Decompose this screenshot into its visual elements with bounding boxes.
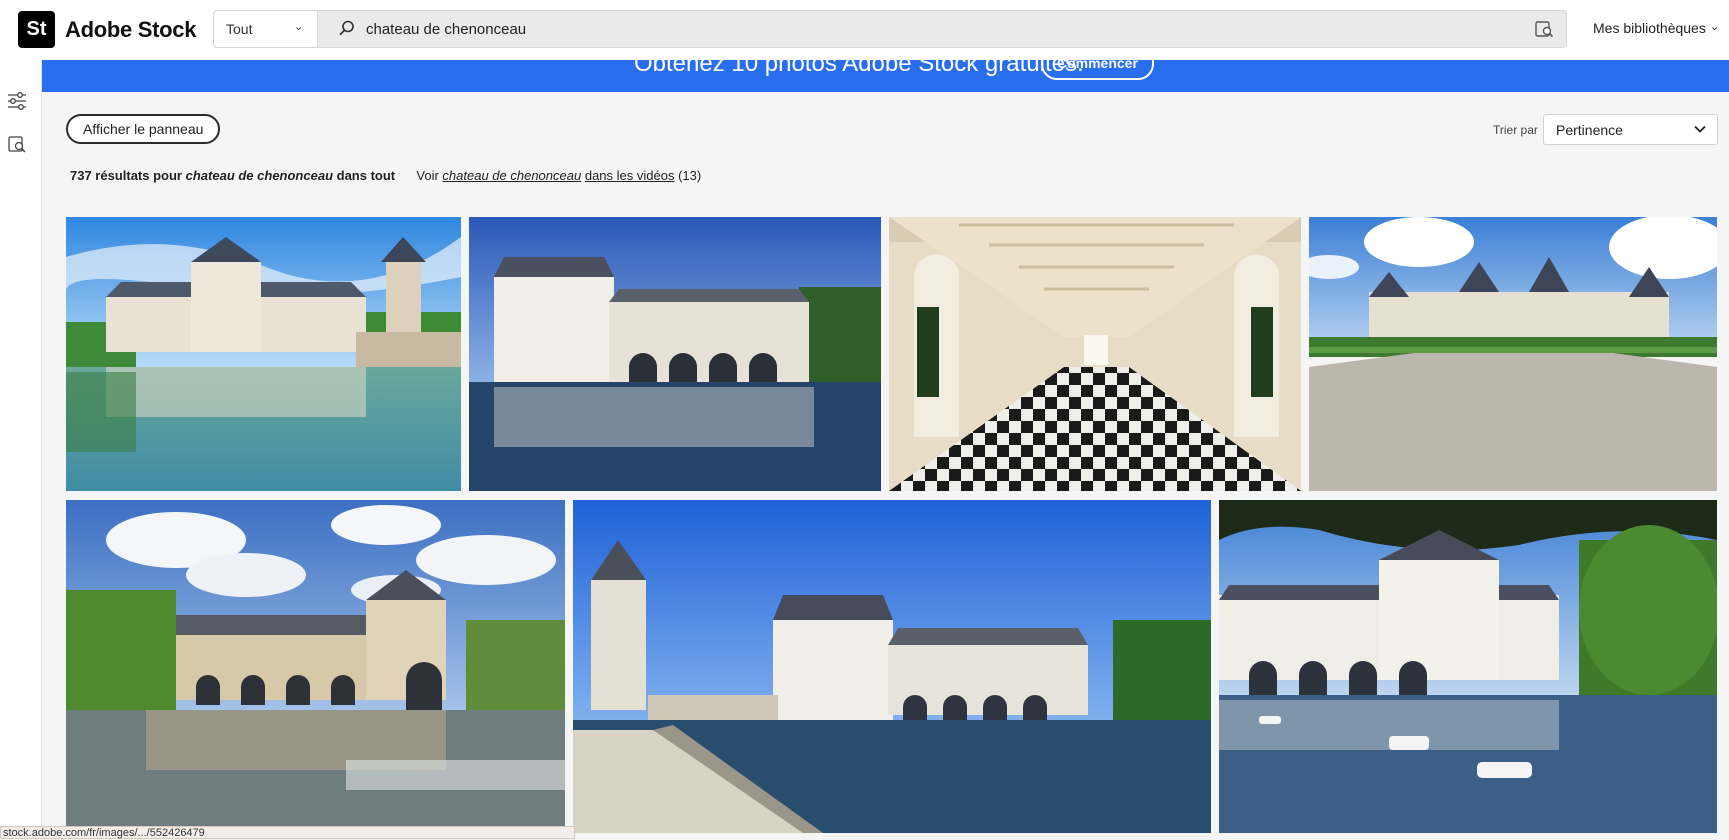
scope-dropdown[interactable]: Tout ⌄ [214,11,318,47]
visual-search-icon[interactable] [1534,19,1554,39]
see-videos-link[interactable]: dans les vidéos [585,168,675,183]
adobe-stock-logo[interactable]: St [18,11,55,48]
status-url-tooltip: stock.adobe.com/fr/images/.../552426479 [0,826,575,839]
sort-value: Pertinence [1556,122,1623,138]
results-scope: dans tout [336,168,396,183]
filter-sliders-icon[interactable] [6,90,28,112]
results-query: chateau de chenonceau [185,168,334,183]
results-count: 737 résultats pour [70,168,182,183]
banner-cta-button[interactable]: Commencer [1041,60,1154,80]
search-input[interactable] [366,11,1466,47]
gallery-checkered-floor-photo[interactable] [889,217,1301,491]
top-bar: St Adobe Stock Tout ⌄ Mes bibliothèques … [0,0,1729,60]
chevron-down-icon[interactable]: ⌄ [1710,20,1719,33]
promo-banner: Obtenez 10 photos Adobe Stock gratuites.… [41,60,1729,92]
show-panel-button[interactable]: Afficher le panneau [66,114,221,144]
chenonceau-reflection-photo[interactable] [66,217,461,491]
chenonceau-boats-photo[interactable] [1219,500,1717,833]
chenonceau-arches-photo[interactable] [469,217,881,491]
chambord-gardens-photo[interactable] [1309,217,1717,491]
logo-text[interactable]: Adobe Stock [65,17,196,43]
search-bar: Tout ⌄ [213,10,1567,48]
sort-label: Trier par [1493,123,1538,137]
see-videos-query-link[interactable]: chateau de chenonceau [442,168,581,183]
left-rail [0,60,42,839]
see-videos-prefix: Voir [416,168,439,183]
search-icon [339,20,354,36]
chevron-down-icon: ⌄ [294,21,304,33]
sort-dropdown[interactable]: Pertinence [1543,114,1718,145]
libraries-menu[interactable]: Mes bibliothèques [1593,20,1706,36]
scope-label: Tout [226,21,253,37]
visual-search-rail-icon[interactable] [6,133,28,155]
chenonceau-cloudy-sky-photo[interactable] [66,500,565,826]
video-count: (13) [678,168,702,183]
results-summary: 737 résultats pour chateau de chenonceau… [70,168,701,183]
chevron-down-icon [1694,125,1706,133]
chenonceau-tower-bridge-photo[interactable] [573,500,1211,833]
banner-text: Obtenez 10 photos Adobe Stock gratuites. [634,60,1084,77]
logo-mark: St [26,18,47,40]
